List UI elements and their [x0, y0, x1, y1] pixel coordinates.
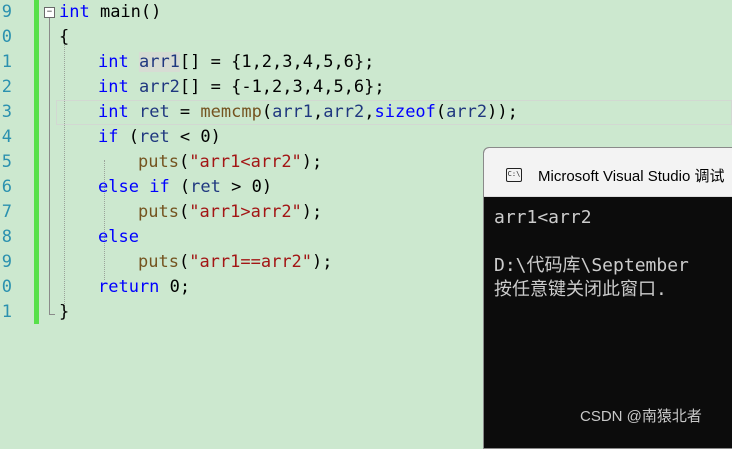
keyword: int [98, 52, 129, 72]
console-app-icon: C:\ [506, 168, 522, 182]
code-text: ( [178, 202, 190, 222]
code-text: ); [301, 202, 323, 222]
line-number: 4 [1, 127, 12, 147]
console-output-line: arr1<arr2 [494, 207, 592, 228]
collapse-icon[interactable]: − [44, 7, 55, 18]
string-literal: "arr1>arr2" [189, 202, 302, 222]
fold-guide-end [49, 314, 55, 315]
code-text: ( [118, 127, 139, 147]
debug-console-window[interactable]: C:\ Microsoft Visual Studio 调试 arr1<arr2… [483, 147, 732, 449]
code-text: ( [169, 177, 191, 197]
console-output-line: 按任意键关闭此窗口. [494, 279, 667, 300]
code-line[interactable]: int ret = memcmp(arr1,arr2,sizeof(arr2))… [98, 100, 518, 125]
keyword: else [98, 177, 139, 197]
code-line[interactable]: { [59, 25, 69, 50]
code-line[interactable]: puts("arr1>arr2"); [138, 200, 322, 225]
line-number: 5 [1, 152, 12, 172]
console-output: arr1<arr2 D:\代码库\September 按任意键关闭此窗口. [494, 206, 689, 302]
keyword: return [98, 277, 160, 297]
line-number: 0 [1, 27, 12, 47]
code-text: ( [261, 102, 273, 122]
code-text: } [59, 302, 70, 322]
line-number: 2 [1, 77, 12, 97]
keyword: int [59, 2, 90, 22]
variable: arr1 [272, 102, 314, 122]
function-name: memcmp [200, 102, 262, 122]
code-text: 0; [159, 277, 191, 297]
keyword: int [98, 77, 129, 97]
variable: ret [190, 177, 221, 197]
code-text: main() [89, 2, 162, 22]
line-number: 7 [1, 202, 12, 222]
keyword: if [149, 177, 170, 197]
change-tracking-bar [34, 0, 39, 324]
line-number: 9 [1, 2, 12, 22]
code-line[interactable]: int main() [59, 0, 161, 25]
line-number: 0 [1, 277, 12, 297]
variable: ret [138, 127, 170, 147]
line-number: 3 [1, 102, 12, 122]
line-number: 8 [1, 227, 12, 247]
code-text: , [313, 102, 324, 122]
code-text: > 0) [220, 177, 273, 197]
keyword: else [98, 227, 139, 247]
function-name: puts [138, 152, 179, 172]
indent-guide [64, 36, 65, 316]
string-literal: "arr1<arr2" [189, 152, 302, 172]
code-text: ( [178, 252, 190, 272]
line-number: 9 [1, 252, 12, 272]
code-text: ); [312, 252, 333, 272]
variable: arr2 [138, 77, 180, 97]
code-text: [] = {1,2,3,4,5,6}; [179, 52, 375, 72]
variable: arr2 [323, 102, 365, 122]
watermark-text: CSDN @南猿北者 [580, 408, 702, 425]
code-text: )); [487, 102, 518, 122]
keyword: sizeof [374, 102, 436, 122]
keyword: if [98, 127, 119, 147]
line-number: 1 [1, 302, 12, 322]
function-name: puts [138, 202, 179, 222]
variable: arr2 [446, 102, 488, 122]
code-line[interactable]: if (ret < 0) [98, 125, 221, 150]
code-line[interactable]: puts("arr1==arr2"); [138, 250, 333, 275]
keyword: int [98, 102, 129, 122]
code-text: ( [178, 152, 190, 172]
line-number: 1 [1, 52, 12, 72]
code-line[interactable]: return 0; [98, 275, 190, 300]
code-text: = [169, 102, 201, 122]
code-line[interactable]: puts("arr1<arr2"); [138, 150, 322, 175]
string-literal: "arr1==arr2" [189, 252, 313, 272]
code-text: ( [435, 102, 447, 122]
console-title-bar[interactable]: C:\ Microsoft Visual Studio 调试 [484, 148, 732, 197]
variable: ret [138, 102, 170, 122]
console-output-line: D:\代码库\September [494, 255, 689, 276]
code-text: , [364, 102, 375, 122]
line-number: 6 [1, 177, 12, 197]
console-title: Microsoft Visual Studio 调试 [538, 168, 725, 185]
variable: arr1 [138, 52, 180, 72]
code-text: ); [301, 152, 323, 172]
code-line[interactable]: else if (ret > 0) [98, 175, 272, 200]
code-line[interactable]: else [98, 225, 139, 250]
code-line[interactable]: int arr2[] = {-1,2,3,4,5,6}; [98, 75, 385, 100]
code-line[interactable]: int arr1[] = {1,2,3,4,5,6}; [98, 50, 374, 75]
fold-guide-line [49, 18, 50, 315]
code-text: { [59, 27, 70, 47]
code-line[interactable]: } [59, 300, 69, 325]
code-text: < 0) [169, 127, 221, 147]
function-name: puts [138, 252, 179, 272]
code-text: [] = {-1,2,3,4,5,6}; [179, 77, 385, 97]
